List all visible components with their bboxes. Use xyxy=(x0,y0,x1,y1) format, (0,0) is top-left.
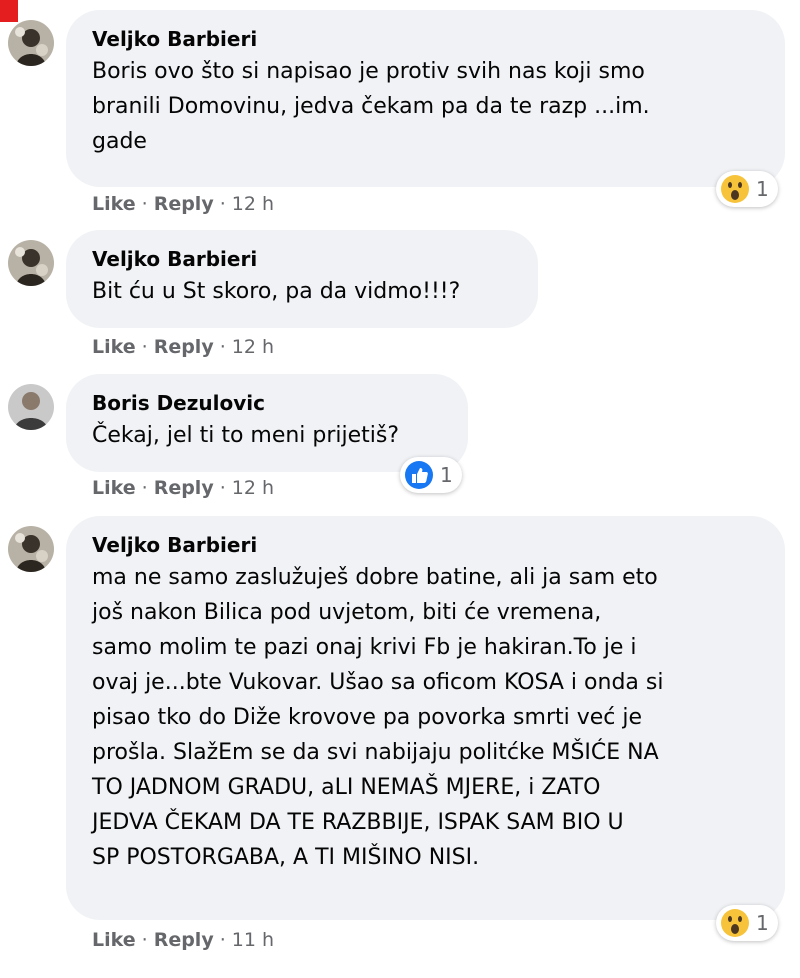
avatar-image xyxy=(8,240,54,286)
like-button[interactable]: Like xyxy=(92,193,136,215)
wow-emoji-icon xyxy=(721,909,749,937)
comment-bubble: Veljko Barbieri Boris ovo što si napisao… xyxy=(66,10,785,187)
reply-button[interactable]: Reply xyxy=(154,336,214,358)
avatar[interactable] xyxy=(8,240,54,286)
comment-text: Bit ću u St skoro, pa da vidmo!!!? xyxy=(92,279,461,304)
comment-author[interactable]: Veljko Barbieri xyxy=(92,532,759,558)
comment-text: Čekaj, jel ti to meni prijetiš? xyxy=(92,423,400,448)
comment-actions: Like · Reply · 12 h xyxy=(92,477,275,499)
comment-author[interactable]: Veljko Barbieri xyxy=(92,246,512,272)
comment-actions: Like · Reply · 12 h xyxy=(92,336,275,358)
comment-text: Boris ovo što si napisao je protiv svih … xyxy=(92,59,650,154)
comment-author[interactable]: Veljko Barbieri xyxy=(92,26,759,52)
comment-actions: Like · Reply · 11 h xyxy=(92,929,275,951)
reply-button[interactable]: Reply xyxy=(154,193,214,215)
comment-bubble: Veljko Barbieri ma ne samo zaslužuješ do… xyxy=(66,516,785,920)
like-button[interactable]: Like xyxy=(92,929,136,951)
reaction-count: 1 xyxy=(756,911,769,935)
reaction-badge[interactable]: 1 xyxy=(716,905,778,941)
comment-text: ma ne samo zaslužuješ dobre batine, ali … xyxy=(92,565,664,870)
corner-marker xyxy=(0,0,18,22)
timestamp[interactable]: 12 h xyxy=(232,477,274,499)
reply-button[interactable]: Reply xyxy=(154,929,214,951)
reaction-count: 1 xyxy=(756,177,769,201)
comment-actions: Like · Reply · 12 h xyxy=(92,193,275,215)
comment-bubble: Boris Dezulovic Čekaj, jel ti to meni pr… xyxy=(66,374,468,472)
timestamp[interactable]: 11 h xyxy=(232,929,274,951)
avatar-image xyxy=(8,384,54,430)
avatar[interactable] xyxy=(8,384,54,430)
comment-bubble: Veljko Barbieri Bit ću u St skoro, pa da… xyxy=(66,230,538,328)
avatar-image xyxy=(8,20,54,66)
like-button[interactable]: Like xyxy=(92,336,136,358)
reply-button[interactable]: Reply xyxy=(154,477,214,499)
avatar[interactable] xyxy=(8,20,54,66)
timestamp[interactable]: 12 h xyxy=(232,336,274,358)
like-thumb-icon xyxy=(405,461,433,489)
reaction-count: 1 xyxy=(440,463,453,487)
avatar[interactable] xyxy=(8,526,54,572)
reaction-badge[interactable]: 1 xyxy=(400,457,462,493)
comment-author[interactable]: Boris Dezulovic xyxy=(92,390,442,416)
wow-emoji-icon xyxy=(721,175,749,203)
like-button[interactable]: Like xyxy=(92,477,136,499)
timestamp[interactable]: 12 h xyxy=(232,193,274,215)
avatar-image xyxy=(8,526,54,572)
reaction-badge[interactable]: 1 xyxy=(716,171,778,207)
